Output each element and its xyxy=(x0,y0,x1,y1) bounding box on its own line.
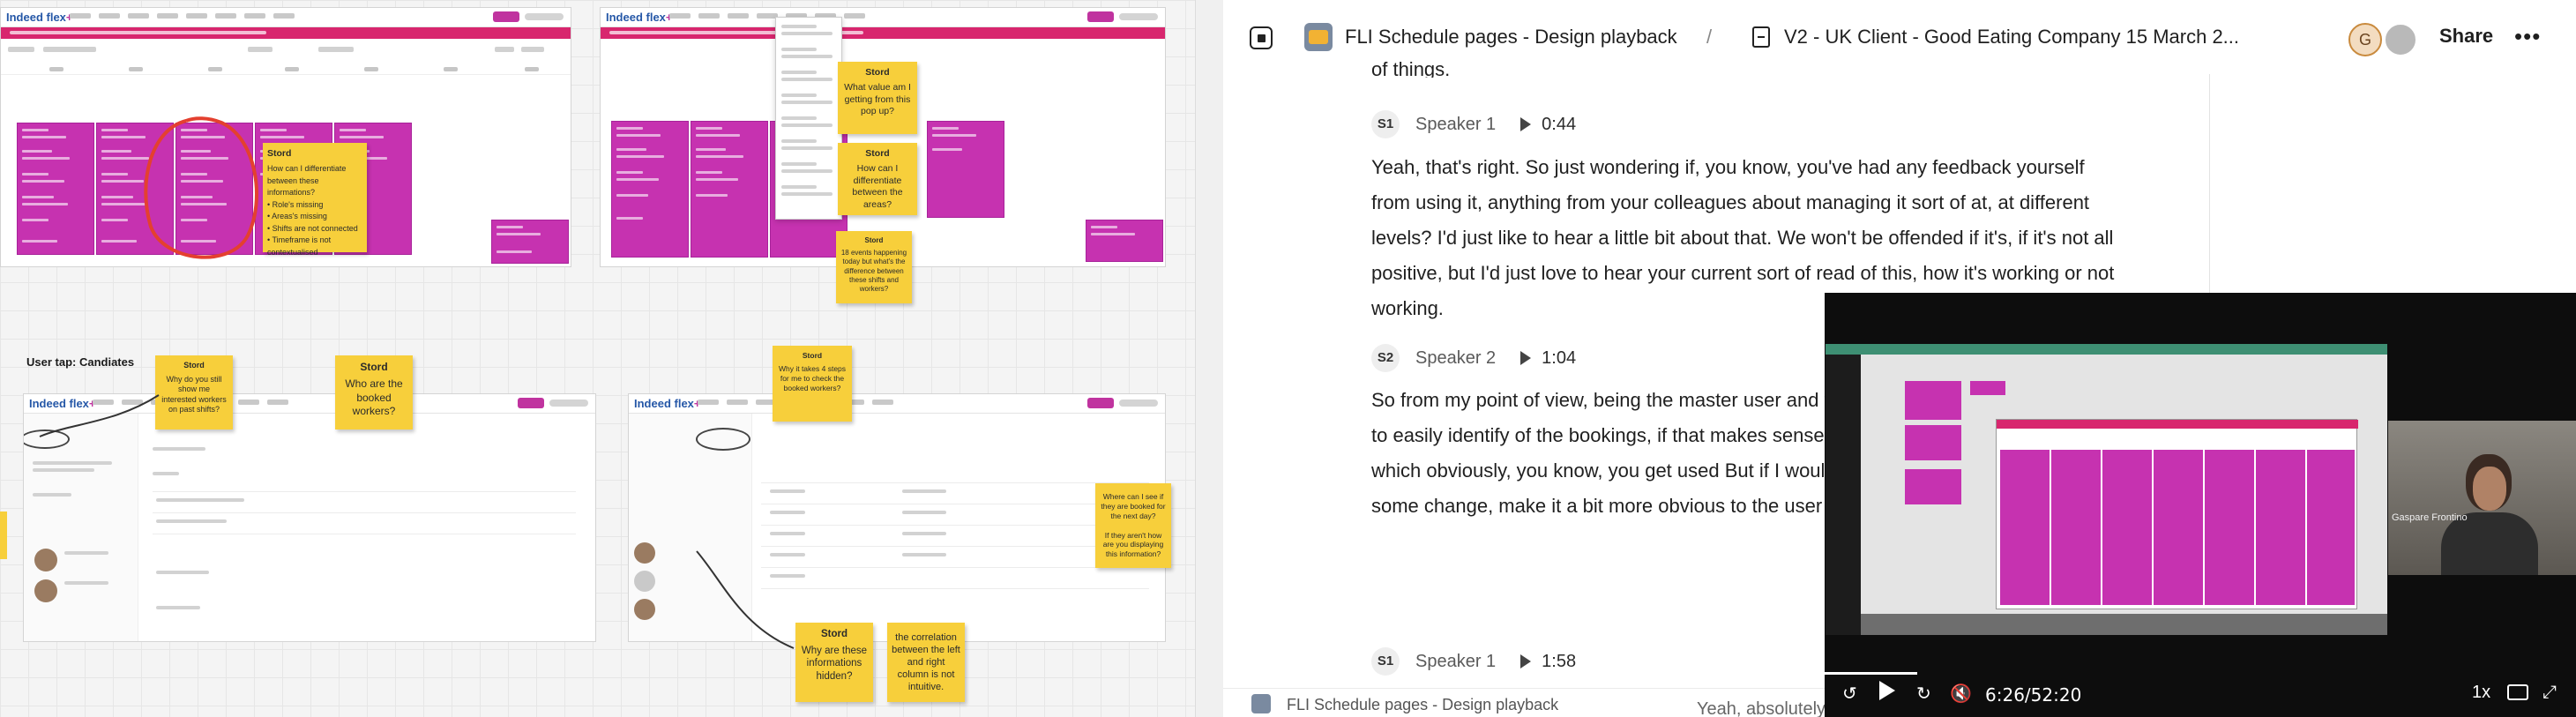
split-divider[interactable] xyxy=(1195,0,1223,717)
sticky-note[interactable]: Stord Why are these informations hidden? xyxy=(795,623,873,702)
play-icon[interactable] xyxy=(1520,351,1532,365)
fullscreen-icon[interactable]: ⤢ xyxy=(2542,683,2557,703)
footer-board-title: FLI Schedule pages - Design playback xyxy=(1287,696,1559,713)
nav-items xyxy=(70,13,295,19)
left-edge-sticky xyxy=(0,512,7,559)
nav-icons xyxy=(1119,400,1158,407)
screen-share-view xyxy=(1826,344,2387,635)
breadcrumb-board[interactable]: FLI Schedule pages - Design playback xyxy=(1345,26,1677,49)
post-job-button xyxy=(1087,398,1114,408)
sticky-note[interactable]: Stord 18 events happening today but what'… xyxy=(836,231,912,303)
app-logo: Indeed flex+ xyxy=(6,11,73,24)
avatar xyxy=(34,549,57,571)
speaker-name[interactable]: Speaker 1 xyxy=(1415,652,1496,672)
avatar[interactable]: G xyxy=(2348,23,2382,56)
timestamp[interactable]: 1:04 xyxy=(1542,348,1576,369)
app-logo: Indeed flex+ xyxy=(634,397,701,410)
mute-icon[interactable]: 🔇 xyxy=(1950,683,1972,705)
speaker-row: S2 Speaker 2 1:04 xyxy=(1371,344,1576,372)
annotation-arrow xyxy=(39,394,160,437)
post-job-button xyxy=(518,398,544,408)
shift-column xyxy=(491,220,569,264)
annotation-circle xyxy=(696,428,750,451)
sticky-note[interactable]: Stord Why it takes 4 steps for me to chec… xyxy=(773,346,852,422)
participant-name: Gaspare Frontino xyxy=(2392,512,2468,523)
section-title: User tap: Candiates xyxy=(26,355,135,369)
screen-share-topbar xyxy=(1826,344,2387,355)
more-options-icon[interactable]: ••• xyxy=(2514,23,2541,50)
nav-icons xyxy=(525,13,564,20)
post-job-button xyxy=(493,11,519,22)
shift-column xyxy=(611,121,689,258)
board-emoji-icon xyxy=(1251,694,1271,713)
breadcrumb-document[interactable]: V2 - UK Client - Good Eating Company 15 … xyxy=(1784,26,2239,49)
shift-column xyxy=(691,121,768,258)
shift-column xyxy=(927,121,1004,218)
avatar[interactable] xyxy=(2384,23,2417,56)
sticky-note[interactable]: Stord How can I differentiate between the… xyxy=(838,143,917,215)
schedule-frame-day: Indeed flex+ xyxy=(600,7,1166,267)
document-icon xyxy=(1752,26,1770,48)
breadcrumb-separator: / xyxy=(1706,26,1713,48)
shared-schedule xyxy=(1996,419,2358,609)
board-emoji-icon xyxy=(1304,23,1333,51)
shift-column xyxy=(1086,220,1163,262)
avatar xyxy=(634,542,655,564)
forward-icon[interactable]: ↻ xyxy=(1916,683,1931,705)
alert-banner xyxy=(1,27,571,39)
share-button[interactable]: Share xyxy=(2439,25,2493,48)
whiteboard-canvas[interactable]: Indeed flex+ xyxy=(0,0,1195,717)
participant-camera: Gaspare Frontino xyxy=(2388,421,2576,575)
avatar xyxy=(34,579,57,602)
sidebar-toggle-icon[interactable] xyxy=(1250,26,1273,49)
speaker-name[interactable]: Speaker 1 xyxy=(1415,115,1496,135)
schedule-toolbar xyxy=(1,45,571,56)
play-icon[interactable] xyxy=(1879,681,1895,700)
sticky-note[interactable]: Stord Who are the booked workers? xyxy=(335,355,413,429)
transcript-paragraph-cut: of things. xyxy=(1371,58,1451,78)
app-topnav: Indeed flex+ xyxy=(601,8,1165,27)
speaker-row: S1 Speaker 1 0:44 xyxy=(1371,110,1576,138)
speaker-badge: S1 xyxy=(1371,110,1400,138)
avatar xyxy=(634,599,655,620)
video-progress[interactable] xyxy=(1825,672,1917,675)
popup-list xyxy=(775,17,842,220)
sticky-note[interactable]: Stord What value am I getting from this p… xyxy=(838,62,917,134)
playback-speed[interactable]: 1x xyxy=(2472,683,2490,703)
captions-icon[interactable] xyxy=(2507,684,2528,700)
playback-time: 6:26/52:20 xyxy=(1985,684,2082,706)
avatar xyxy=(634,571,655,592)
screen-share-sidebar xyxy=(1826,355,1861,635)
app-logo: Indeed flex+ xyxy=(606,11,673,24)
alert-banner xyxy=(601,27,1165,39)
post-job-button xyxy=(1087,11,1114,22)
sticky-note[interactable]: Stord How can I differentiate between th… xyxy=(263,143,367,257)
annotation-circle xyxy=(144,116,258,259)
shift-column xyxy=(17,123,94,255)
speaker-name[interactable]: Speaker 2 xyxy=(1415,348,1496,369)
app-topnav: Indeed flex+ xyxy=(629,394,1165,414)
sticky-note[interactable]: Where can I see if they are booked for t… xyxy=(1095,483,1171,568)
video-player[interactable]: Gaspare Frontino ↺ ↻ 🔇 6:26/52:20 1x ⤢ xyxy=(1825,293,2576,717)
play-icon[interactable] xyxy=(1520,117,1532,131)
rewind-icon[interactable]: ↺ xyxy=(1842,683,1857,705)
play-icon[interactable] xyxy=(1520,654,1532,668)
speaker-badge: S1 xyxy=(1371,647,1400,676)
annotation-arrow xyxy=(696,550,795,649)
video-controls: ↺ ↻ 🔇 6:26/52:20 1x ⤢ xyxy=(1825,672,2576,717)
speaker-row: S1 Speaker 1 1:58 xyxy=(1371,647,1576,676)
timestamp[interactable]: 1:58 xyxy=(1542,652,1576,672)
nav-icons xyxy=(549,400,588,407)
speaker-badge: S2 xyxy=(1371,344,1400,372)
app-topnav: Indeed flex+ xyxy=(1,8,571,27)
day-header-row xyxy=(1,64,571,75)
timestamp[interactable]: 0:44 xyxy=(1542,115,1576,135)
sticky-note[interactable]: the correlation between the left and rig… xyxy=(887,623,965,702)
nav-icons xyxy=(1119,13,1158,20)
screen-share-dock xyxy=(1861,614,2387,635)
